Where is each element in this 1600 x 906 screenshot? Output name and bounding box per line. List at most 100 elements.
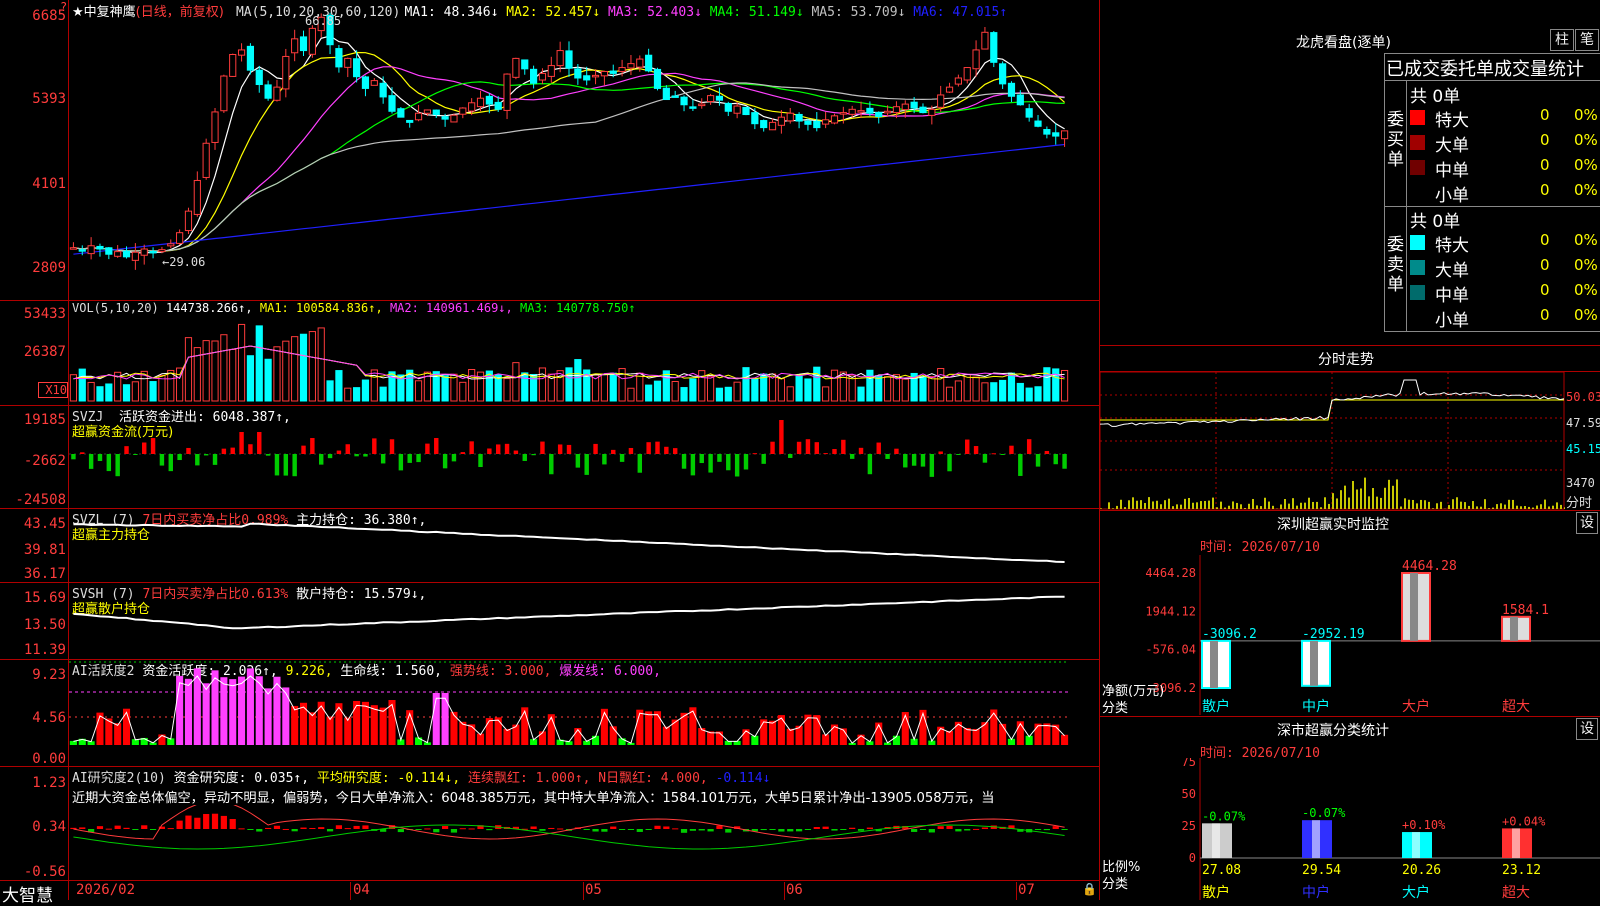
sz-bar-shade (1310, 641, 1318, 686)
candle-body (185, 211, 191, 230)
activity-bar (486, 718, 493, 745)
candle-body (265, 85, 271, 98)
intraday-vol-bar (1392, 486, 1394, 509)
vol-bar (557, 371, 563, 401)
sz-monitor-settings-button[interactable]: 设 (1576, 512, 1598, 534)
sz-class-chart[interactable]: 7550250-0.07%27.08散户-0.07%29.54中户+0.10%2… (1100, 758, 1600, 900)
research-bar (274, 826, 280, 829)
vol-bar (946, 387, 952, 401)
intraday-vol-bar (1472, 501, 1474, 509)
research-bar (141, 825, 147, 829)
ss-bar-value: 20.26 (1402, 863, 1441, 878)
research-bar (300, 828, 306, 829)
flow-bar (239, 432, 243, 454)
candle-body (495, 102, 501, 109)
intraday-vol-bar (1532, 508, 1534, 509)
intraday-vol-bar (1236, 503, 1238, 509)
candle-body (858, 111, 864, 113)
intraday-vol-bar (1108, 502, 1110, 509)
activity-bar (335, 703, 342, 745)
activity-bar (760, 719, 767, 745)
flow-bar (815, 442, 819, 454)
sz-monitor-title: 深圳超赢实时监控 (1277, 514, 1389, 534)
sz-monitor-chart[interactable]: 4464.281944.12-576.04-3096.2-3096.2散户-29… (1100, 555, 1600, 715)
activity-bar (548, 714, 555, 745)
intraday-vol-bar (1228, 506, 1230, 509)
svzj-chart[interactable] (69, 406, 1099, 508)
chart-area[interactable]: ★中复神鹰(日线，前复权) MA(5,10,20,30,60,120) MA1:… (0, 0, 1100, 900)
vol-bar (460, 382, 466, 401)
ai1-chart[interactable] (69, 660, 1099, 766)
lock-icon[interactable]: 🔒 (1082, 882, 1097, 896)
tick-view-button[interactable]: 笔 (1575, 29, 1599, 51)
research-bar (177, 821, 183, 829)
intraday-vol-bar (1128, 500, 1130, 509)
date-tick-5: 07 (1018, 882, 1035, 898)
svsh-chart[interactable] (69, 583, 1099, 659)
sz-ytick: 4464.28 (1145, 566, 1196, 580)
lhb-tab-bar[interactable]: 已成交委托单成交量统计 (1386, 55, 1584, 81)
intraday-vol-bar (1256, 505, 1258, 509)
bar-view-button[interactable]: 柱 (1550, 29, 1574, 51)
sz-monitor-time: 时间: 2026/07/10 (1200, 536, 1320, 555)
research-bar (628, 829, 634, 830)
holding-line (73, 524, 1064, 562)
flow-bar (443, 454, 447, 468)
research-bar (699, 829, 705, 830)
vol-bar (690, 379, 696, 401)
sz-class-settings-button[interactable]: 设 (1576, 718, 1598, 740)
fs-axis-1: 50.03 (1566, 390, 1600, 404)
kline-chart[interactable] (69, 0, 1099, 300)
candle-body (336, 49, 342, 67)
question-icon[interactable]: ? (60, 0, 67, 14)
research-bar (292, 829, 298, 831)
candle-body (610, 71, 616, 73)
research-bar (1035, 829, 1041, 830)
low-marker: ←29.06 (162, 255, 205, 269)
research-bar (354, 826, 360, 829)
svzl-axis-3: 36.17 (0, 566, 66, 582)
sell-v: 0 (1540, 281, 1550, 299)
vol-chart[interactable] (69, 301, 1099, 405)
intraday-vol-bar (1376, 497, 1378, 509)
intraday-vol-bar (1476, 506, 1478, 509)
research-bar (150, 829, 156, 830)
flow-bar (726, 454, 730, 470)
candle-body (531, 69, 537, 83)
vol-bar (469, 370, 475, 401)
intraday-vol-bar (1316, 502, 1318, 509)
flow-bar (540, 442, 544, 454)
candle-body (415, 113, 421, 120)
intraday-vol-bar (1240, 504, 1242, 509)
candle-body (398, 109, 404, 117)
flow-bar (841, 440, 845, 454)
flow-bar (992, 453, 996, 454)
sell-total: 共 0单 (1410, 207, 1460, 232)
ai2-chart[interactable] (69, 805, 1099, 880)
research-bar (221, 816, 227, 829)
flow-bar (505, 444, 509, 454)
vol-bar (964, 375, 970, 401)
candle-body (1044, 130, 1050, 135)
activity-bar (973, 729, 980, 745)
vol-bar (1035, 387, 1041, 401)
intraday-chart[interactable] (1100, 372, 1565, 510)
vol-unit-x10[interactable]: X10 (38, 382, 68, 398)
svzl-chart[interactable] (69, 509, 1099, 582)
flow-bar (169, 454, 173, 471)
intraday-vol-bar (1416, 503, 1418, 509)
research-bar (238, 828, 244, 829)
flow-bar (213, 454, 217, 465)
candle-body (849, 109, 855, 114)
sell-v: 0 (1540, 306, 1550, 324)
candle-body (584, 76, 590, 80)
flow-bar (735, 454, 739, 476)
vol-bar (212, 341, 218, 401)
research-bar (725, 829, 731, 833)
ss-bar-change: +0.10% (1402, 818, 1446, 832)
intraday-vol-bar (1328, 504, 1330, 509)
research-bar (858, 829, 864, 831)
flow-bar (222, 449, 226, 454)
flow-bar (885, 454, 889, 459)
intraday-vol-bar (1504, 505, 1506, 509)
